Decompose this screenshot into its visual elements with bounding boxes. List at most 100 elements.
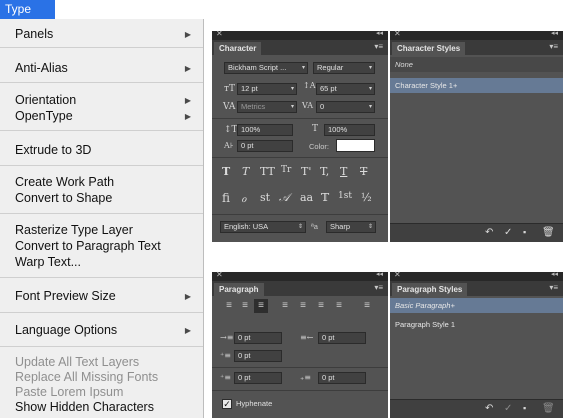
titling-alternates-button[interactable]: 𝕋: [321, 191, 329, 204]
subscript-button[interactable]: T,: [320, 165, 329, 178]
menu-item-extrude-3d[interactable]: Extrude to 3D: [0, 141, 203, 161]
kerning-select[interactable]: Metrics ▾: [237, 101, 297, 113]
panel-menu-icon[interactable]: ▾≡: [374, 283, 383, 292]
faux-italic-button[interactable]: T: [242, 165, 249, 178]
close-icon[interactable]: ✕: [216, 270, 223, 279]
clear-override-icon[interactable]: ↶: [485, 403, 493, 414]
anti-alias-icon: ªa: [311, 222, 318, 231]
horizontal-scale-field[interactable]: 100%: [324, 124, 375, 136]
menu-item-convert-to-shape[interactable]: Convert to Shape: [0, 191, 203, 207]
menu-item-label: Anti-Alias: [15, 61, 68, 75]
menu-item-opentype[interactable]: OpenType ▶: [0, 109, 203, 125]
panel-titlebar[interactable]: ✕ ◂◂: [390, 29, 563, 40]
justify-full-icon[interactable]: ≡: [360, 299, 374, 313]
stylistic-alternates-button[interactable]: aa: [300, 191, 313, 204]
contextual-alternates-button[interactable]: ℴ: [241, 191, 247, 205]
menu-item-label: Show Hidden Characters: [15, 400, 154, 414]
close-icon[interactable]: ✕: [394, 270, 401, 279]
menu-item-rasterize-type-layer[interactable]: Rasterize Type Layer: [0, 223, 203, 239]
menu-item-font-preview-size[interactable]: Font Preview Size ▶: [0, 287, 203, 307]
space-after-field[interactable]: 0 pt: [318, 372, 366, 384]
menu-item-warp-text[interactable]: Warp Text...: [0, 255, 203, 271]
close-icon[interactable]: ✕: [394, 29, 401, 38]
collapse-icon[interactable]: ◂◂: [551, 270, 558, 278]
anti-alias-select[interactable]: Sharp ⇕: [326, 221, 376, 233]
indent-right-field[interactable]: 0 pt: [318, 332, 366, 344]
tab-paragraph[interactable]: Paragraph: [214, 283, 264, 296]
menu-item-language-options[interactable]: Language Options ▶: [0, 321, 203, 341]
panel-tab-row: Paragraph ▾≡: [212, 281, 388, 296]
font-size-field[interactable]: 12 pt ▾: [237, 83, 297, 95]
discretionary-ligature-button[interactable]: st: [260, 191, 270, 204]
menu-item-panels[interactable]: Panels ▶: [0, 25, 203, 45]
panel-menu-icon[interactable]: ▾≡: [374, 42, 383, 51]
redefine-style-icon[interactable]: ✓: [504, 227, 512, 238]
collapse-icon[interactable]: ◂◂: [551, 29, 558, 37]
baseline-shift-field[interactable]: 0 pt: [237, 140, 293, 152]
list-item[interactable]: Paragraph Style 1: [390, 317, 563, 332]
list-item[interactable]: None: [390, 57, 563, 72]
underline-button[interactable]: T: [340, 165, 347, 178]
panel-divider: [212, 367, 388, 368]
new-style-icon[interactable]: ▪: [523, 403, 526, 413]
tab-paragraph-styles[interactable]: Paragraph Styles: [392, 283, 468, 296]
tracking-field[interactable]: 0 ▾: [316, 101, 375, 113]
all-caps-button[interactable]: TT: [260, 165, 275, 178]
list-item[interactable]: Basic Paragraph+: [390, 298, 563, 313]
tab-character-styles[interactable]: Character Styles: [392, 42, 466, 55]
leading-field[interactable]: 65 pt ▾: [316, 83, 375, 95]
submenu-arrow-icon: ▶: [184, 64, 191, 73]
align-right-icon[interactable]: ≡: [254, 299, 268, 313]
panel-divider: [212, 157, 388, 158]
align-left-icon[interactable]: ≡: [222, 299, 236, 313]
menu-item-show-hidden-characters[interactable]: Show Hidden Characters: [0, 400, 203, 415]
align-center-icon[interactable]: ≡: [238, 299, 252, 313]
panel-titlebar[interactable]: ✕ ◂◂: [212, 29, 388, 40]
menu-item-convert-to-paragraph[interactable]: Convert to Paragraph Text: [0, 239, 203, 255]
ligature-button[interactable]: ﬁ: [222, 191, 230, 205]
list-item[interactable]: Character Style 1+: [390, 78, 563, 93]
superscript-button[interactable]: T': [301, 165, 311, 178]
small-caps-button[interactable]: Tr: [281, 165, 291, 175]
justify-center-icon[interactable]: ≡: [296, 299, 310, 313]
faux-bold-button[interactable]: T: [222, 165, 230, 178]
ordinals-button[interactable]: 1st: [338, 191, 352, 201]
collapse-icon[interactable]: ◂◂: [376, 29, 383, 37]
menu-separator: [0, 312, 203, 313]
space-before-field[interactable]: 0 pt: [234, 372, 282, 384]
panel-titlebar[interactable]: ✕ ◂◂: [212, 270, 388, 281]
panel-menu-icon[interactable]: ▾≡: [549, 283, 558, 292]
indent-first-line-field[interactable]: 0 pt: [234, 350, 282, 362]
redefine-style-icon[interactable]: ✓: [504, 403, 512, 414]
panel-titlebar[interactable]: ✕ ◂◂: [390, 270, 563, 281]
text-color-swatch[interactable]: [336, 139, 375, 152]
font-family-select[interactable]: Bickham Script ... ▾: [224, 62, 308, 74]
swash-button[interactable]: 𝒜: [279, 191, 289, 205]
menu-item-create-work-path[interactable]: Create Work Path: [0, 175, 203, 191]
trash-icon[interactable]: 🗑: [542, 227, 555, 238]
menu-item-label: Language Options: [15, 323, 118, 337]
justify-left-icon[interactable]: ≡: [278, 299, 292, 313]
new-style-icon[interactable]: ▪: [523, 227, 526, 237]
vertical-scale-field[interactable]: 100%: [237, 124, 293, 136]
trash-icon[interactable]: 🗑: [542, 403, 555, 414]
font-style-select[interactable]: Regular ▾: [313, 62, 375, 74]
menu-separator: [0, 165, 203, 166]
language-select[interactable]: English: USA ⇕: [220, 221, 306, 233]
tab-character[interactable]: Character: [214, 42, 262, 55]
clear-override-icon[interactable]: ↶: [485, 227, 493, 238]
indent-left-field[interactable]: 0 pt: [234, 332, 282, 344]
justify-all-icon[interactable]: ≡: [332, 299, 346, 313]
menu-item-anti-alias[interactable]: Anti-Alias ▶: [0, 59, 203, 79]
close-icon[interactable]: ✕: [216, 29, 223, 38]
panel-menu-icon[interactable]: ▾≡: [549, 42, 558, 51]
strikethrough-button[interactable]: T: [360, 165, 367, 178]
hyphenate-checkbox[interactable]: ✓: [222, 399, 232, 409]
collapse-icon[interactable]: ◂◂: [376, 270, 383, 278]
type-menu-title[interactable]: Type: [0, 0, 55, 19]
vertical-scale-icon: ↕T: [224, 125, 238, 135]
menu-item-orientation[interactable]: Orientation ▶: [0, 93, 203, 109]
fractions-button[interactable]: ½: [361, 191, 372, 204]
justify-right-icon[interactable]: ≡: [314, 299, 328, 313]
panel-divider: [212, 390, 388, 391]
